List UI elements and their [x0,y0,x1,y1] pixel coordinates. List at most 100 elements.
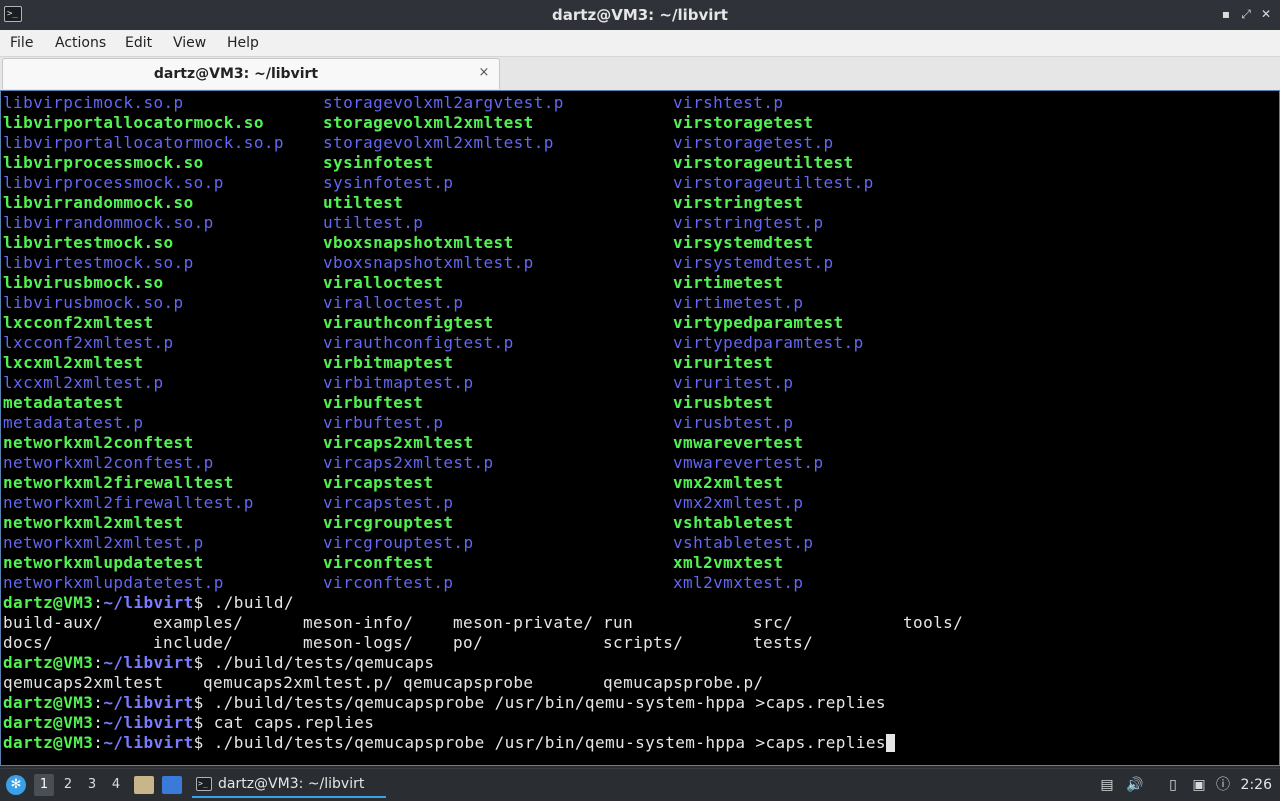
clipboard-icon[interactable]: ▯ [1164,776,1182,794]
shell-prompt: dartz@VM3:~/libvirt$ ./build/tests/qemuc… [3,733,895,753]
tab-close-icon[interactable]: × [477,66,491,80]
executable-entry: storagevolxml2xmltest [323,113,534,132]
command-text: ./build/tests/qemucapsprobe /usr/bin/qem… [203,733,886,752]
task-label: dartz@VM3: ~/libvirt [218,776,365,792]
terminal-tab[interactable]: dartz@VM3: ~/libvirt × [2,58,500,89]
menu-help[interactable]: Help [227,30,259,56]
prompt-sign: $ [193,733,204,752]
menu-bar: File Actions Edit View Help [0,30,1280,57]
tab-bar: dartz@VM3: ~/libvirt × [0,57,1280,90]
directory-entry: virauthconfigtest.p [323,333,514,352]
executable-entry: networkxml2conftest [3,433,194,452]
storage-icon[interactable]: ▤ [1098,776,1116,794]
completion-entry: build-aux/ [3,613,104,632]
completion-entry: meson-logs/ [303,633,414,652]
command-text: ./build/ [203,593,294,612]
directory-entry: networkxml2conftest.p [3,453,214,472]
directory-entry: libvirusbmock.so.p [3,293,184,312]
workspace-2[interactable]: 2 [58,774,78,796]
volume-icon[interactable]: 🔊 [1126,776,1144,794]
menu-view[interactable]: View [173,30,206,56]
shell-prompt: dartz@VM3:~/libvirt$ cat caps.replies [3,713,374,733]
executable-entry: virstoragetest [673,113,814,132]
close-icon[interactable]: ✕ [1258,6,1274,22]
workspace-4[interactable]: 4 [106,774,126,796]
completion-entry: src/ [753,613,794,632]
minimize-icon[interactable]: ▪ [1218,6,1234,22]
desktop-icon[interactable] [162,776,182,794]
maximize-icon[interactable]: ⤢ [1238,6,1254,22]
executable-entry: virusbtest [673,393,774,412]
executable-entry: libvirportallocatormock.so [3,113,264,132]
executable-entry: libvirprocessmock.so [3,153,204,172]
command-text: ./build/tests/qemucaps [203,653,435,672]
menu-actions[interactable]: Actions [55,30,106,56]
directory-entry: viralloctest.p [323,293,464,312]
prompt-path: ~/libvirt [103,733,194,752]
executable-entry: virbuftest [323,393,424,412]
workspace-1[interactable]: 1 [34,774,54,796]
terminal-view[interactable]: libvirpcimock.so.p storagevolxml2argvtest… [0,90,1280,766]
completion-entry: qemucapsprobe [403,673,534,692]
executable-entry: xml2vmxtest [673,553,784,572]
shell-prompt: dartz@VM3:~/libvirt$ ./build/tests/qemuc… [3,693,886,713]
directory-entry: vircgrouptest.p [323,533,474,552]
executable-entry: vircaps2xmltest [323,433,474,452]
prompt-user: dartz@VM3 [3,733,94,752]
executable-entry: lxcconf2xmltest [3,313,154,332]
executable-entry: vboxsnapshotxmltest [323,233,514,252]
directory-entry: virstoragetest.p [673,133,834,152]
directory-entry: networkxml2xmltest.p [3,533,204,552]
prompt-user: dartz@VM3 [3,653,94,672]
menu-file[interactable]: File [10,30,33,56]
executable-entry: networkxml2xmltest [3,513,184,532]
executable-entry: vmx2xmltest [673,473,784,492]
executable-entry: viruritest [673,353,774,372]
directory-entry: virtimetest.p [673,293,804,312]
completion-entry: examples/ [153,613,244,632]
prompt-path: ~/libvirt [103,713,194,732]
prompt-user: dartz@VM3 [3,593,94,612]
notification-icon[interactable]: ⓘ [1214,776,1232,794]
directory-entry: virstorageutiltest.p [673,173,874,192]
command-text: ./build/tests/qemucapsprobe /usr/bin/qem… [203,693,886,712]
prompt-path: ~/libvirt [103,593,194,612]
prompt-user: dartz@VM3 [3,713,94,732]
directory-entry: libvirportallocatormock.so.p [3,133,284,152]
shell-prompt: dartz@VM3:~/libvirt$ ./build/ [3,593,294,613]
taskbar-window-terminal[interactable]: >_ dartz@VM3: ~/libvirt [192,772,386,798]
shell-prompt: dartz@VM3:~/libvirt$ ./build/tests/qemuc… [3,653,434,673]
prompt-separator: : [93,693,104,712]
window-titlebar[interactable]: >_ dartz@VM3: ~/libvirt ▪ ⤢ ✕ [0,0,1280,30]
file-manager-icon[interactable] [134,776,154,794]
text-cursor[interactable] [885,734,895,752]
completion-entry: run [603,613,634,632]
executable-entry: vircgrouptest [323,513,454,532]
workspace-3[interactable]: 3 [82,774,102,796]
terminal-icon: >_ [196,777,212,791]
executable-entry: virstorageutiltest [673,153,854,172]
network-icon[interactable]: ▣ [1190,776,1208,794]
directory-entry: virtypedparamtest.p [673,333,864,352]
executable-entry: vircapstest [323,473,434,492]
tab-label: dartz@VM3: ~/libvirt [153,66,319,82]
completion-entry: scripts/ [603,633,684,652]
directory-entry: storagevolxml2xmltest.p [323,133,554,152]
prompt-separator: : [93,593,104,612]
menu-edit[interactable]: Edit [125,30,152,56]
prompt-path: ~/libvirt [103,693,194,712]
executable-entry: virsystemdtest [673,233,814,252]
executable-entry: vmwarevertest [673,433,804,452]
taskbar: ✻ 1 2 3 4 >_ dartz@VM3: ~/libvirt ▤ 🔊 ▯ … [0,768,1280,800]
directory-entry: vircaps2xmltest.p [323,453,494,472]
directory-entry: virconftest.p [323,573,454,592]
prompt-path: ~/libvirt [103,653,194,672]
directory-entry: libvirprocessmock.so.p [3,173,224,192]
prompt-separator: : [93,733,104,752]
executable-entry: virtypedparamtest [673,313,844,332]
start-menu-icon[interactable]: ✻ [6,775,26,795]
executable-entry: virtimetest [673,273,784,292]
prompt-sign: $ [193,713,204,732]
directory-entry: vircapstest.p [323,493,454,512]
directory-entry: vmx2xmltest.p [673,493,804,512]
